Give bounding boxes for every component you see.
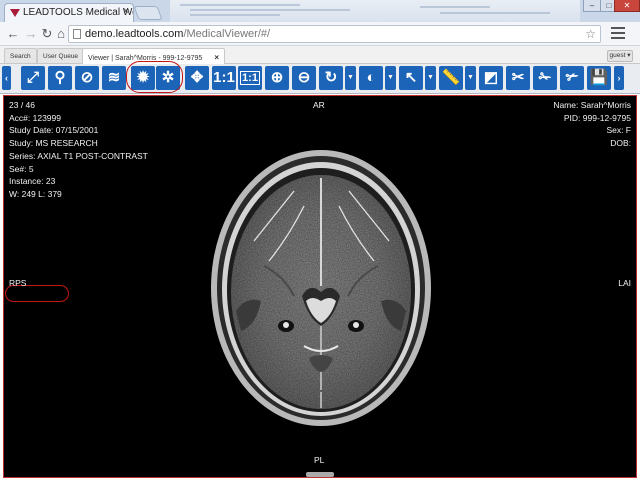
zoom-in-icon[interactable]: ⊕ — [265, 66, 289, 90]
ruler-dropdown-icon[interactable]: ▼ — [465, 66, 476, 90]
browser-titlebar: LEADTOOLS Medical Web × – □ ✕ — [0, 0, 640, 22]
tab-search-label: Search — [10, 53, 31, 60]
url-field[interactable]: demo.leadtools.com/MedicalViewer/#/ ☆ — [68, 25, 601, 43]
forward-arrow-icon[interactable]: → — [24, 26, 38, 42]
annotation-icon[interactable]: ◩ — [479, 66, 503, 90]
tab-close-icon[interactable]: × — [123, 6, 129, 17]
accession-number: Acc#: 123999 — [9, 112, 61, 123]
actual-size-icon[interactable]: 1:1 — [238, 66, 262, 90]
guest-menu-button[interactable]: guest ▾ — [607, 50, 633, 62]
bookmark-star-icon[interactable]: ☆ — [585, 26, 596, 42]
save-icon[interactable]: 💾 — [587, 66, 611, 90]
zoom-out-icon[interactable]: ⊖ — [292, 66, 316, 90]
scissors-icon[interactable]: ✁ — [533, 66, 557, 90]
patient-name: Name: Sarah^Morris — [553, 100, 631, 110]
chevron-left-icon[interactable]: ‹ — [2, 66, 11, 90]
highlight-ring-toolbar — [126, 61, 183, 93]
window-level-dropdown-icon[interactable]: ▼ — [385, 66, 396, 90]
address-bar: ← → ↻ ⌂ demo.leadtools.com/MedicalViewer… — [0, 22, 640, 46]
cut-icon[interactable]: ✂ — [506, 66, 530, 90]
new-tab-button[interactable] — [133, 6, 163, 20]
browser-menu-icon[interactable] — [611, 27, 625, 39]
ruler-icon[interactable]: 📏 — [439, 66, 463, 90]
url-host: demo.leadtools.com — [85, 28, 184, 40]
overlay-top-left: 23 / 46 Acc#: 123999 Study Date: 07/15/2… — [9, 99, 148, 201]
tab-viewer-close-icon[interactable]: × — [214, 53, 219, 62]
series-number: Se#: 5 — [9, 163, 34, 174]
home-icon[interactable]: ⌂ — [54, 26, 68, 42]
zoom-search-icon[interactable]: ⊘ — [75, 66, 99, 90]
patient-sex: Sex: F — [606, 125, 631, 136]
close-window-button[interactable]: ✕ — [614, 0, 640, 12]
chevron-right-icon[interactable]: › — [614, 66, 624, 90]
app-tabs: Search User Queue Viewer | Sarah^Morris … — [0, 46, 640, 64]
orientation-left: RPS — [9, 278, 27, 288]
viewer-toolbar: ‹ ⤢ ⚲ ⊘ ≋ ✹ ✲ ✥ 1:1 1:1 ⊕ ⊖ ↻ ▼ ◐ ▼ ↖ ▼ … — [0, 64, 640, 94]
rotate-icon[interactable]: ↻ — [319, 66, 343, 90]
orientation-top: AR — [313, 100, 325, 110]
url-path: /MedicalViewer/#/ — [183, 28, 271, 40]
tab-user-queue-label: User Queue — [43, 53, 79, 60]
leadtools-favicon-icon — [10, 9, 20, 17]
actual-size-label: 1:1 — [240, 71, 260, 85]
study-date: Study Date: 07/15/2001 — [9, 125, 99, 136]
orientation-right: LAI — [618, 278, 631, 288]
reload-icon[interactable]: ↻ — [40, 26, 54, 42]
patient-id: PID: 999-12-9795 — [563, 112, 631, 123]
stack-layers-icon[interactable]: ≋ — [102, 66, 126, 90]
select-arrow-icon[interactable]: ↖ — [399, 66, 423, 90]
background-window — [170, 0, 580, 22]
series-description: Series: AXIAL T1 POST-CONTRAST — [9, 150, 148, 161]
magnify-icon[interactable]: ⚲ — [48, 66, 72, 90]
browser-tab-title: LEADTOOLS Medical Web — [23, 7, 134, 18]
image-viewer[interactable]: 23 / 46 Acc#: 123999 Study Date: 07/15/2… — [3, 95, 637, 478]
one-to-one-label: 1:1 — [213, 69, 235, 86]
instance-number: Instance: 23 — [9, 176, 56, 187]
window-level-readout: W: 249 L: 379 — [9, 188, 62, 199]
orientation-bottom: PL — [314, 455, 325, 465]
move-arrows-icon[interactable]: ✥ — [185, 66, 209, 90]
image-counter: 23 / 46 — [9, 100, 35, 110]
scissors-alt-icon[interactable]: ✃ — [560, 66, 584, 90]
browser-tab[interactable]: LEADTOOLS Medical Web × — [4, 3, 134, 22]
back-arrow-icon[interactable]: ← — [6, 26, 20, 42]
viewer-scroll-handle[interactable] — [306, 472, 334, 477]
rotate-dropdown-icon[interactable]: ▼ — [345, 66, 356, 90]
window-level-icon[interactable]: ◐ — [359, 66, 383, 90]
study-description: Study: MS RESEARCH — [9, 138, 98, 149]
one-to-one-icon[interactable]: 1:1 — [212, 66, 236, 90]
tab-search[interactable]: Search — [4, 48, 37, 63]
tab-user-queue[interactable]: User Queue — [37, 48, 85, 63]
fit-image-icon[interactable]: ⤢ — [21, 66, 45, 90]
select-dropdown-icon[interactable]: ▼ — [425, 66, 436, 90]
page-icon — [73, 29, 81, 39]
patient-dob: DOB: — [610, 138, 631, 149]
overlay-top-right: Name: Sarah^Morris PID: 999-12-9795 Sex:… — [553, 99, 631, 150]
minimize-button[interactable]: – — [583, 0, 601, 12]
